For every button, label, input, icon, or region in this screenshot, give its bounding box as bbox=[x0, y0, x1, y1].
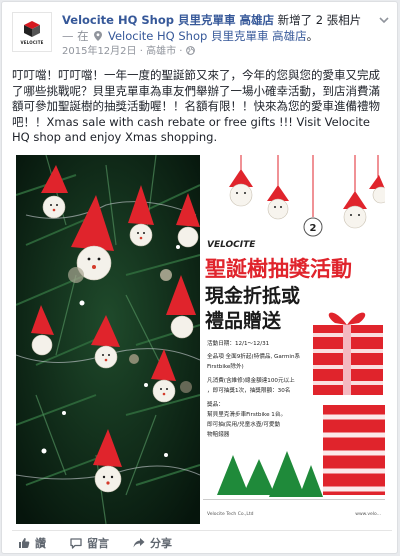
location-suffix: 。 bbox=[306, 29, 319, 43]
post-title-line: Velocite HQ Shop 貝里克單車 高雄店 新增了 2 張相片 bbox=[62, 13, 382, 28]
poster-line-7: 幫貝里克滑步車Firstbike 1台。 bbox=[207, 410, 286, 418]
christmas-tree-image bbox=[16, 155, 200, 524]
poster-line-8: 即可抽(民用/兒童水壺/可愛動 bbox=[207, 420, 280, 428]
avatar[interactable]: VELOCITE bbox=[12, 12, 52, 52]
photo-grid: 2 VELOCITE 聖誕樹抽獎活動 現金折抵或 禮品贈送 活動日期：12/1～… bbox=[16, 155, 385, 524]
chevron-down-icon[interactable] bbox=[378, 14, 390, 26]
poster-subtitle-2: 禮品贈送 bbox=[205, 309, 282, 332]
photo-christmas-tree[interactable] bbox=[16, 155, 200, 524]
location-pin-icon bbox=[94, 31, 103, 41]
share-icon bbox=[133, 537, 145, 547]
comment-button[interactable]: 留言 bbox=[70, 535, 109, 551]
activity-text: 新增了 2 張相片 bbox=[277, 13, 362, 27]
post-card: VELOCITE Velocite HQ Shop 貝里克單車 高雄店 新增了 … bbox=[1, 1, 398, 554]
like-label: 讚 bbox=[35, 536, 46, 550]
post-actions: 讚 留言 分享 bbox=[12, 530, 392, 554]
post-body: 叮叮噹！叮叮噹！一年一度的聖誕節又來了，今年的您與您的愛車又完成了哪些挑戰呢？貝… bbox=[12, 68, 380, 144]
public-globe-icon[interactable] bbox=[185, 46, 195, 55]
poster-number: 2 bbox=[310, 223, 317, 234]
share-label: 分享 bbox=[150, 536, 172, 550]
poster-line-4: 凡消費(含維修)總金額達100元以上 bbox=[207, 376, 295, 384]
velocite-logo-icon bbox=[24, 20, 40, 37]
post-header: VELOCITE Velocite HQ Shop 貝里克單車 高雄店 新增了 … bbox=[12, 12, 392, 58]
poster-line-1: 活動日期：12/1～12/31 bbox=[207, 339, 270, 347]
poster-subtitle-1: 現金折抵或 bbox=[205, 284, 300, 307]
comment-label: 留言 bbox=[87, 536, 109, 550]
post-text: 叮叮噹！叮叮噹！一年一度的聖誕節又來了，今年的您與您的愛車又完成了哪些挑戰呢？貝… bbox=[12, 68, 390, 146]
poster-line-6: 獎品： bbox=[207, 400, 224, 408]
poster-title: 聖誕樹抽獎活動 bbox=[205, 257, 352, 281]
thumbs-up-icon bbox=[19, 537, 30, 548]
avatar-text: VELOCITE bbox=[20, 39, 44, 45]
poster-line-9: 物賠錢器 bbox=[207, 430, 230, 438]
location-line: — 在 Velocite HQ Shop 貝里克單車 高雄店。 bbox=[62, 29, 318, 44]
place-text[interactable]: 高雄市 bbox=[146, 46, 176, 57]
poster-line-2: 全品項 全面9折起(特價品, Garmin系 bbox=[207, 352, 301, 360]
timestamp[interactable]: 2015年12月2日 bbox=[62, 46, 137, 57]
comment-icon bbox=[70, 537, 82, 549]
poster-image: 2 VELOCITE 聖誕樹抽獎活動 現金折抵或 禮品贈送 活動日期：12/1～… bbox=[203, 155, 385, 524]
with-prefix: — 在 bbox=[62, 29, 89, 43]
poster-brand: VELOCITE bbox=[207, 240, 256, 250]
poster-footer-right: www.velo... bbox=[355, 511, 381, 517]
page-name-link[interactable]: Velocite HQ Shop 貝里克單車 高雄店 bbox=[62, 13, 274, 27]
like-button[interactable]: 讚 bbox=[18, 535, 46, 551]
poster-line-5: ，即可抽獎1次，抽獎限額：30名 bbox=[207, 386, 290, 394]
timestamp-line: 2015年12月2日 · 高雄市 · bbox=[62, 45, 195, 58]
photo-poster[interactable]: 2 VELOCITE 聖誕樹抽獎活動 現金折抵或 禮品贈送 活動日期：12/1～… bbox=[203, 155, 385, 524]
poster-line-3: Firstbike除外) bbox=[207, 362, 244, 370]
location-link[interactable]: Velocite HQ Shop 貝里克單車 高雄店 bbox=[108, 29, 307, 43]
poster-footer-left: Velocite Tech Co.,Ltd bbox=[207, 511, 254, 517]
share-button[interactable]: 分享 bbox=[133, 535, 172, 551]
